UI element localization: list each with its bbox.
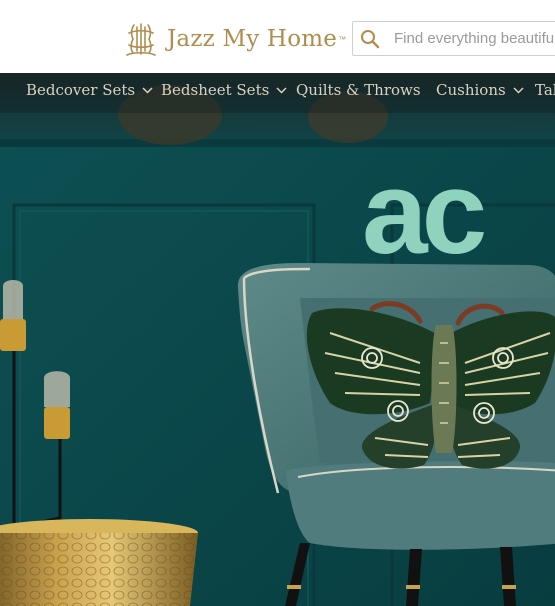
main-nav: Bedcover Sets Bedsheet Sets Quilts & Thr… (0, 73, 555, 109)
nav-item-tab[interactable]: Tab (535, 81, 555, 99)
nav-label: Quilts & Throws (296, 81, 421, 99)
search-input[interactable] (394, 30, 555, 47)
chevron-down-icon (513, 86, 524, 94)
nav-item-quilts-throws[interactable]: Quilts & Throws (296, 81, 421, 99)
monogram-logo-icon (126, 23, 156, 56)
trademark-symbol: ™ (338, 34, 347, 44)
brand-logo[interactable]: Jazz My Home ™ (121, 19, 346, 59)
nav-label: Cushions (436, 81, 506, 99)
hero-headline: ac (362, 147, 485, 279)
chevron-down-icon (276, 86, 287, 94)
nav-item-bedsheet-sets[interactable]: Bedsheet Sets (161, 81, 287, 99)
hero-image: ac (0, 73, 555, 606)
nav-label: Bedsheet Sets (161, 81, 270, 99)
gold-side-table (0, 519, 198, 606)
brand-name: Jazz My Home (167, 26, 338, 52)
nav-label: Bedcover Sets (26, 81, 136, 99)
site-header: Jazz My Home ™ (0, 0, 555, 73)
hero-banner[interactable]: ac (0, 73, 555, 606)
search-box[interactable] (352, 21, 555, 56)
nav-item-cushions[interactable]: Cushions (436, 81, 524, 99)
nav-item-bedcover-sets[interactable]: Bedcover Sets (26, 81, 153, 99)
nav-label: Tab (535, 81, 555, 99)
chevron-down-icon (142, 86, 153, 94)
search-icon[interactable] (360, 29, 380, 49)
